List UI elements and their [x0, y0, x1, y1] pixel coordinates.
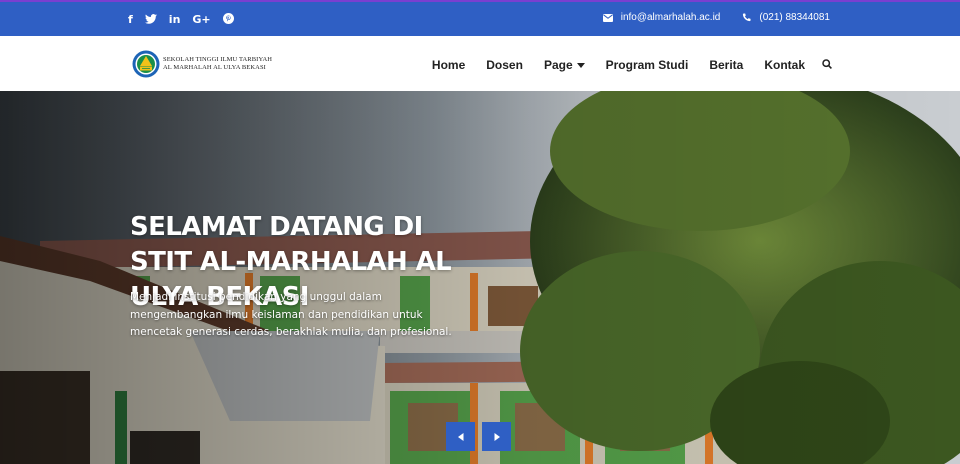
search-icon — [822, 59, 832, 69]
nav-item-label: Berita — [709, 58, 744, 72]
envelope-icon — [602, 13, 613, 22]
slider-prev-button[interactable] — [446, 422, 475, 451]
chevron-left-icon — [457, 432, 463, 441]
college-emblem-icon — [132, 50, 160, 78]
nav-item-label: Home — [431, 58, 466, 72]
nav-item-label: Kontak — [764, 58, 805, 72]
social-links: f in G+ — [128, 13, 234, 27]
nav-item-kontak[interactable]: Kontak — [764, 58, 805, 72]
main-menu: Home Dosen Page Program Studi Berita Kon… — [432, 56, 832, 74]
chevron-right-icon — [494, 432, 500, 441]
nav-item-page[interactable]: Page — [544, 58, 585, 72]
search-button[interactable] — [822, 56, 832, 74]
slider-next-button[interactable] — [482, 422, 511, 451]
nav-item-home[interactable]: Home — [432, 58, 465, 72]
nav-item-label: Program Studi — [605, 58, 689, 72]
phone-text: (021) 88344081 — [759, 12, 830, 23]
nav-item-label: Page — [543, 58, 573, 72]
pinterest-icon[interactable] — [222, 13, 234, 27]
twitter-icon[interactable] — [144, 13, 157, 27]
facebook-icon[interactable]: f — [128, 14, 133, 26]
nav-item-dosen[interactable]: Dosen — [486, 58, 523, 72]
phone-contact[interactable]: (021) 88344081 — [742, 12, 830, 23]
top-bar: f in G+ info@almarhalah.ac.id (021) 8834… — [0, 0, 960, 36]
caret-down-icon — [576, 62, 585, 68]
hero-slider: SELAMAT DATANG DI STIT AL-MARHALAH AL UL… — [0, 91, 960, 464]
logo-line-1: SEKOLAH TINGGI ILMU TARBIYAH — [163, 56, 273, 63]
email-text: info@almarhalah.ac.id — [620, 12, 721, 23]
contact-info: info@almarhalah.ac.id (021) 88344081 — [602, 12, 830, 23]
email-contact[interactable]: info@almarhalah.ac.id — [602, 12, 721, 23]
nav-item-label: Dosen — [486, 58, 523, 72]
main-navbar: SEKOLAH TINGGI ILMU TARBIYAH AL MARHALAH… — [0, 36, 960, 91]
logo-text: SEKOLAH TINGGI ILMU TARBIYAH AL MARHALAH… — [163, 56, 272, 72]
nav-item-berita[interactable]: Berita — [709, 58, 743, 72]
nav-item-program-studi[interactable]: Program Studi — [606, 58, 689, 72]
hero-description: Menjadi institusi pendidikan yang unggul… — [130, 291, 452, 338]
logo-line-2: AL MARHALAH AL ULYA BEKASI — [163, 64, 266, 71]
phone-icon — [743, 13, 751, 22]
site-logo[interactable]: SEKOLAH TINGGI ILMU TARBIYAH AL MARHALAH… — [132, 50, 272, 78]
google-plus-icon[interactable]: G+ — [192, 14, 210, 26]
linkedin-icon[interactable]: in — [169, 14, 181, 26]
